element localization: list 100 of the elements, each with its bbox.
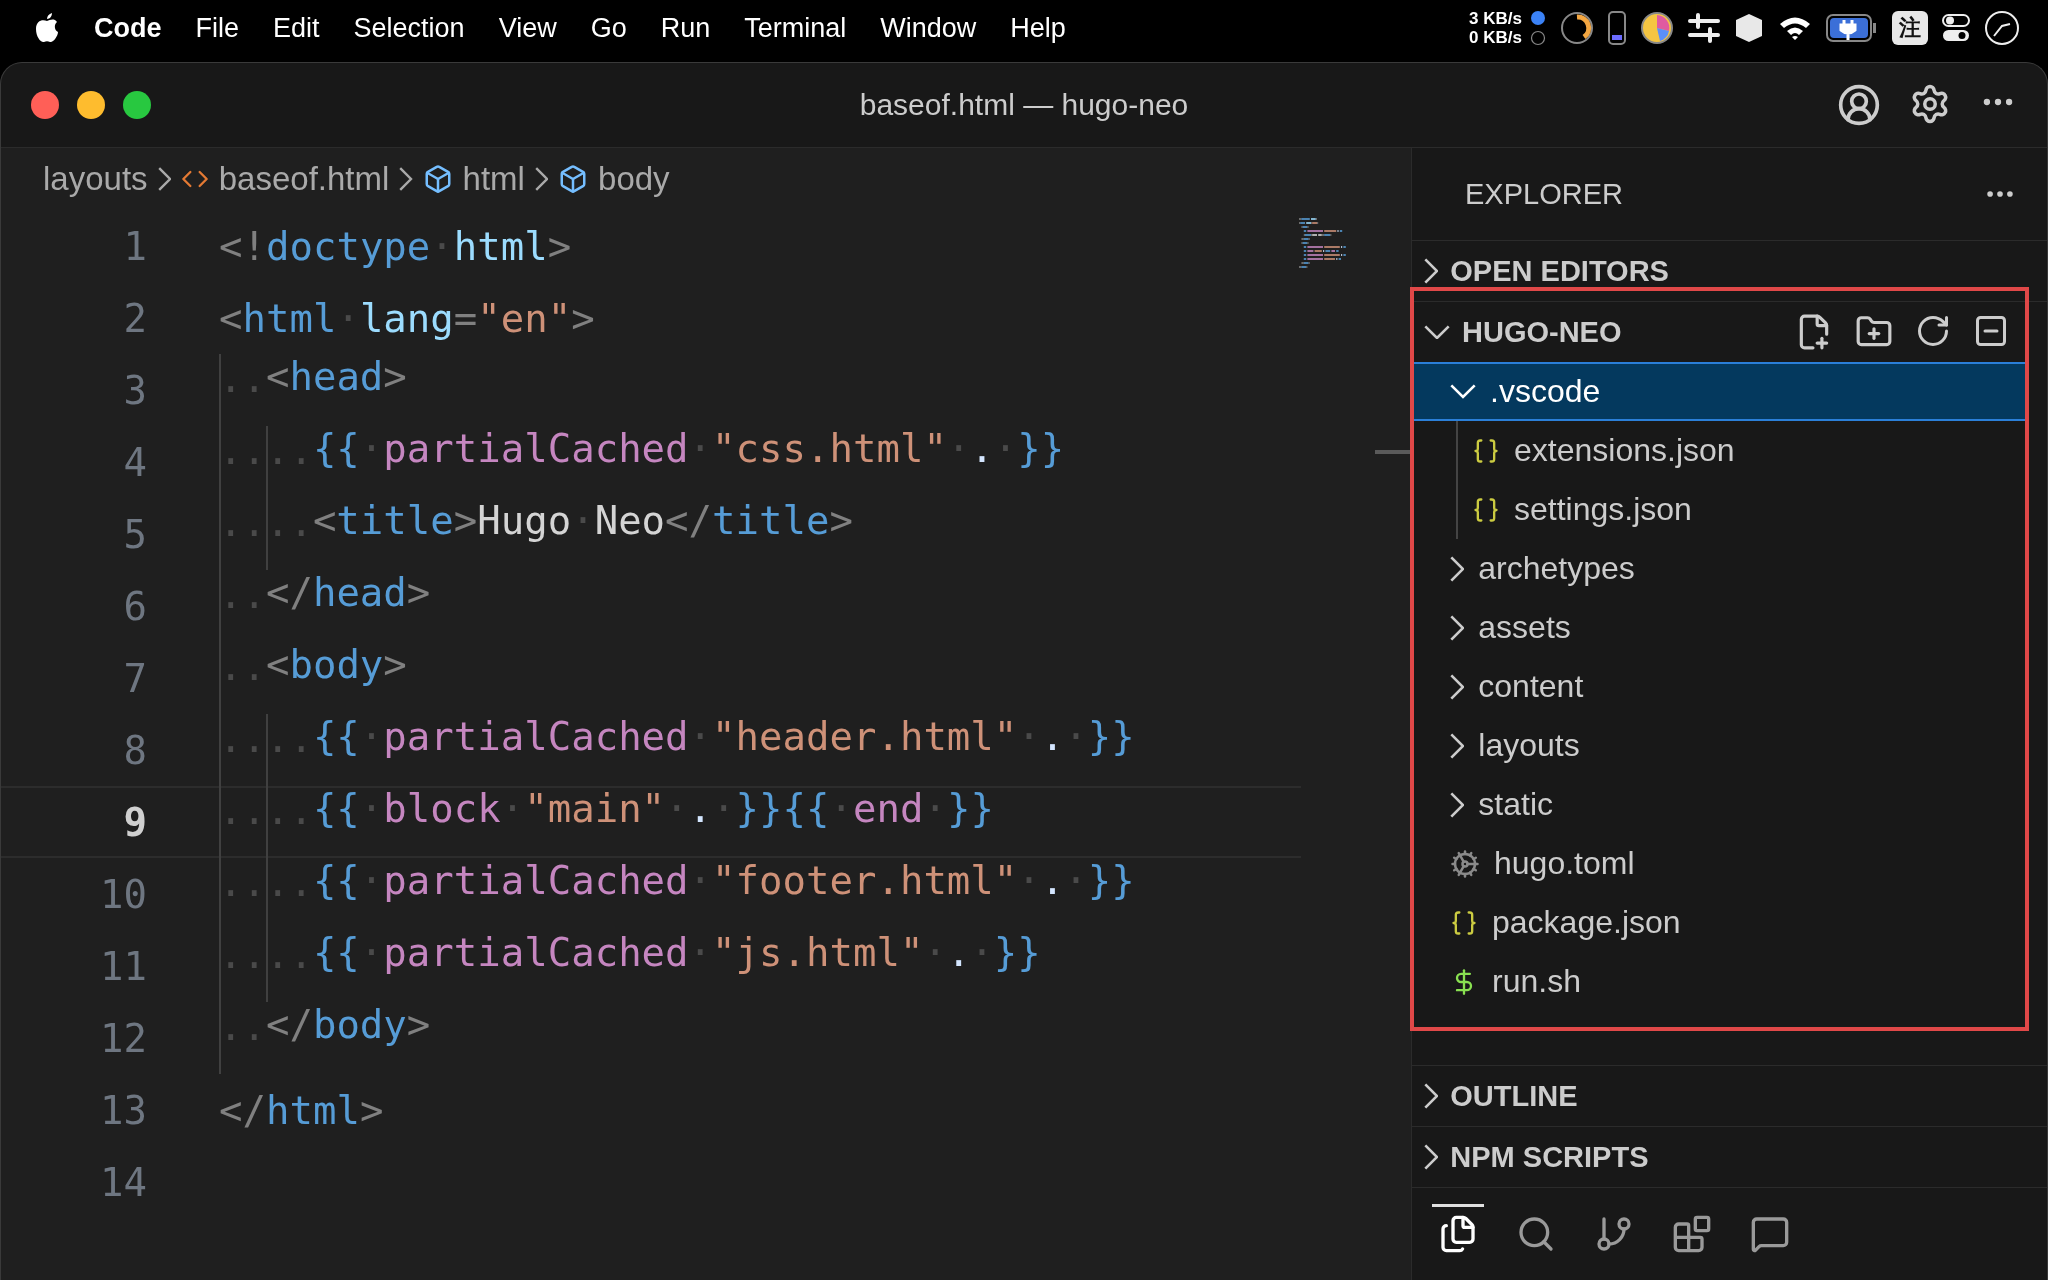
section-header[interactable]: NPM SCRIPTS [1412,1126,2047,1187]
collapse-icon[interactable] [1973,313,2009,349]
line-number: 6 [122,583,147,629]
chevron-right-icon [1450,614,1465,641]
search-icon [1516,1214,1556,1254]
line-number: 7 [122,655,147,701]
line-number: 8 [122,727,147,773]
chevron-right-icon [1424,1144,1439,1170]
tree-item[interactable]: static [1412,775,2029,834]
chevron-right-icon [1450,732,1465,759]
code-line: ····{{·partialCached·"js.html"·.·}} [219,930,1041,1002]
section-header[interactable]: OUTLINE [1412,1065,2047,1126]
line-number: 11 [99,943,147,989]
app-name-menu[interactable]: Code [94,12,162,44]
line-number: 3 [122,367,147,413]
scroll-position-mark [1375,450,1411,454]
braces-icon [1450,908,1478,937]
section-title: OUTLINE [1450,1079,1578,1113]
line-number: 2 [122,295,147,341]
chevron-right-icon [1450,791,1465,818]
section-title: OPEN EDITORS [1450,254,1669,288]
status-dots-icon [1530,10,1546,46]
line-number: 14 [99,1159,147,1205]
code-line: ··<head> [219,354,407,426]
maximize-button[interactable] [123,91,151,119]
phone-battery-icon [1608,11,1626,45]
code-line: ··<body> [219,642,407,714]
close-button[interactable] [31,91,59,119]
breadcrumb-item[interactable]: layouts [43,160,148,198]
tree-item[interactable]: assets [1412,598,2029,657]
tree-item[interactable]: extensions.json [1456,421,2029,480]
code-line: <html·lang="en"> [219,295,595,341]
line-number: 13 [99,1087,147,1133]
menu-item[interactable]: Help [1010,12,1066,44]
breadcrumb-item[interactable]: body [598,160,670,198]
chevron-down-icon [1424,324,1450,340]
blocks-icon [1672,1214,1712,1254]
wifi-icon [1778,15,1812,41]
line-number: 4 [122,439,147,485]
menu-item[interactable]: Edit [273,12,320,44]
menu-item[interactable]: Terminal [744,12,847,44]
breadcrumb-item[interactable]: baseof.html [218,160,390,198]
code-line: ··</body> [219,1002,431,1074]
chevron-right-icon [534,167,549,191]
explorer-title: EXPLORER [1465,177,1623,211]
tree-item[interactable]: layouts [1412,716,2029,775]
section-title: NPM SCRIPTS [1450,1140,1649,1174]
pie-chart-icon [1640,11,1674,45]
minimize-button[interactable] [77,91,105,119]
line-number: 9 [122,799,147,845]
section-header[interactable]: OPEN EDITORS [1412,240,2047,301]
chat-icon [1750,1214,1790,1254]
chevron-right-icon [399,167,413,191]
code-line: ····{{·block·"main"·.·}}{{·end·}} [219,786,994,858]
code-line: ····{{·partialCached·"css.html"·.·}} [219,426,1065,498]
code-line: ····<title>Hugo·Neo</title> [219,498,853,570]
cube-icon [558,164,589,194]
line-number: 1 [122,223,147,269]
chevron-right-icon [157,167,171,191]
braces-icon [1472,495,1500,524]
clock-icon [1984,10,2020,46]
cube-icon [1734,12,1764,44]
tree-item[interactable]: archetypes [1412,539,2029,598]
apple-logo-icon[interactable] [34,13,60,43]
network-speed: 3 KB/s [1469,9,1522,28]
tree-item[interactable]: hugo.toml [1412,834,2029,893]
refresh-icon[interactable] [1915,313,1951,349]
tree-item[interactable]: content [1412,657,2029,716]
code-line: ····{{·partialCached·"footer.html"·.·}} [219,858,1135,930]
battery-icon [1826,14,1878,42]
line-number: 12 [99,1015,147,1061]
account-icon[interactable] [1837,83,1881,127]
chevron-right-icon [1450,555,1465,582]
code-line: ··</head> [219,570,431,642]
menu-item[interactable]: Go [590,12,627,44]
toggles-icon [1942,13,1970,43]
chevron-right-icon [1424,258,1439,284]
menu-item[interactable]: Selection [353,12,465,44]
line-number: 5 [122,511,147,557]
code-line: ····{{·partialCached·"header.html"·.·}} [219,714,1135,786]
chevron-down-icon [1450,384,1476,399]
line-number: 10 [99,871,147,917]
menu-item[interactable]: File [195,12,239,44]
tree-item[interactable]: package.json [1412,893,2029,952]
menu-item[interactable]: Window [880,12,977,44]
braces-icon [1472,436,1500,465]
files-icon [1438,1214,1478,1254]
tree-item[interactable]: settings.json [1456,480,2029,539]
menu-item[interactable]: View [498,12,557,44]
tree-item[interactable]: run.sh [1412,952,2029,1011]
code-line: </html> [219,1087,384,1133]
input-method-indicator[interactable]: 注 [1892,11,1928,45]
window-title: baseof.html — hugo-neo [859,88,1189,122]
sliders-icon [1688,13,1720,43]
branch-icon [1594,1214,1634,1254]
network-speed: 0 KB/s [1469,28,1522,47]
ring-gauge-icon [1560,11,1594,45]
menu-item[interactable]: Run [660,12,711,44]
section-title: HUGO-NEO [1462,315,1622,349]
breadcrumb-item[interactable]: html [462,160,525,198]
